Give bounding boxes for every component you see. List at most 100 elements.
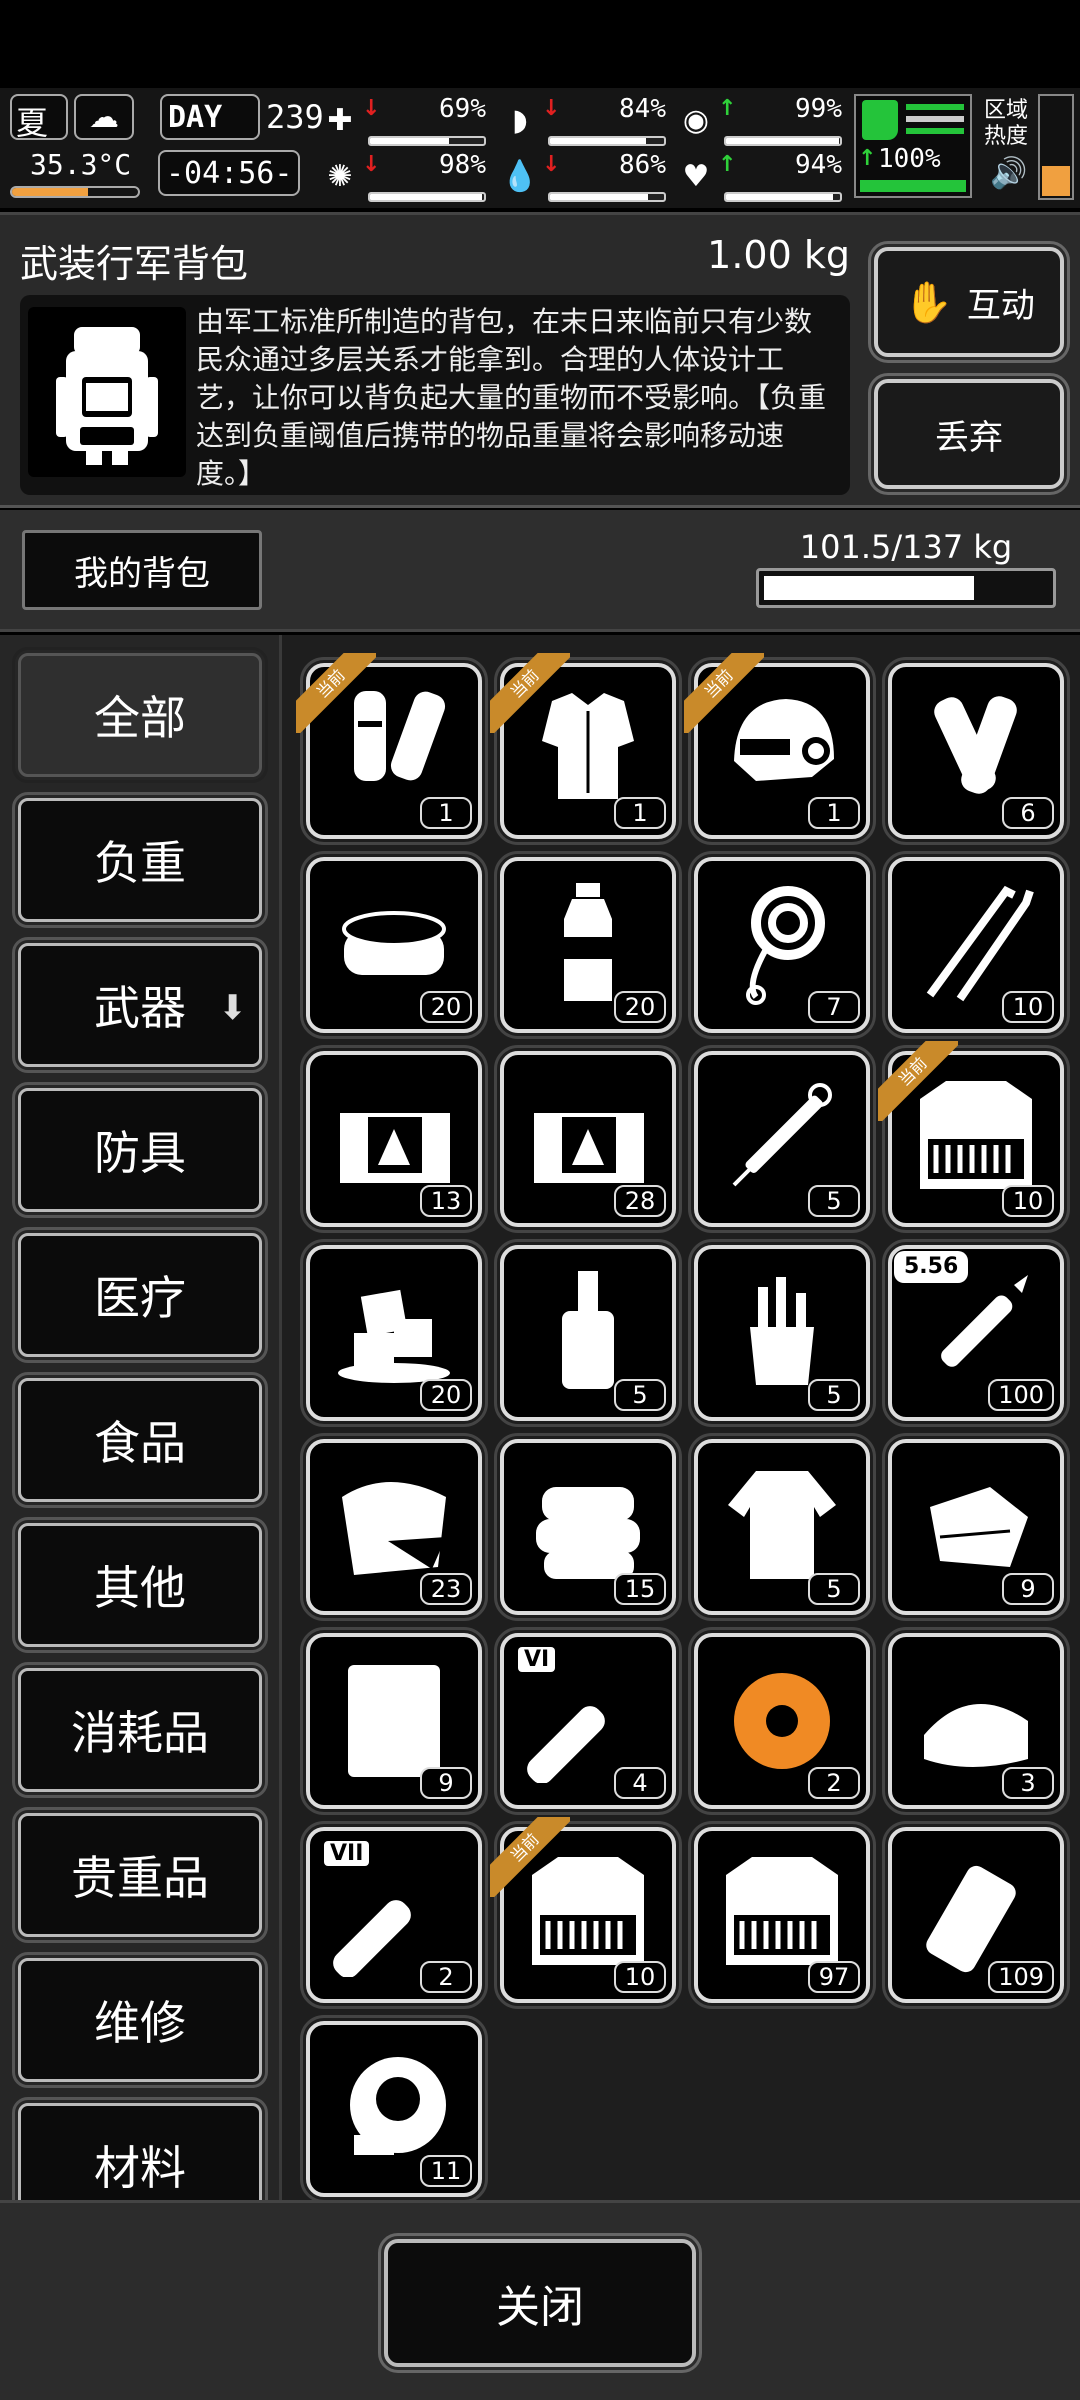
stat-bar: [724, 136, 842, 146]
item-slot-water-bottle[interactable]: 20: [494, 851, 682, 1039]
item-slot-supply-crate[interactable]: 13: [300, 1045, 488, 1233]
item-slot-cloth-sack[interactable]: 23: [300, 1433, 488, 1621]
item-quantity: 5: [808, 1573, 860, 1605]
item-slot-folded-cloth[interactable]: 3: [882, 1627, 1070, 1815]
category-6[interactable]: 其他: [12, 1517, 268, 1653]
category-5[interactable]: 食品: [12, 1372, 268, 1508]
bladder-icon: ◉: [682, 102, 710, 138]
stat-value: 69%: [439, 94, 486, 124]
my-backpack-tab[interactable]: 我的背包: [22, 530, 262, 610]
category-7[interactable]: 消耗品: [12, 1662, 268, 1798]
item-slot-orange-tape[interactable]: 2: [688, 1627, 876, 1815]
lockpicks-icon: [926, 885, 1034, 1002]
stamina-bar: [860, 180, 966, 192]
equipped-tag: 当前: [490, 1817, 570, 1897]
tube-label: VI: [518, 1647, 556, 1672]
item-quantity: 11: [420, 2155, 472, 2187]
supply-crate-icon: [340, 1103, 450, 1183]
item-slot-paper-sheet[interactable]: 9: [300, 1627, 488, 1815]
paper-sheet-icon: [348, 1665, 440, 1777]
item-slot-supply-crate[interactable]: 28: [494, 1045, 682, 1233]
item-slot-test-tube-vi[interactable]: VI 4: [494, 1627, 682, 1815]
item-slot-torn-shirt[interactable]: 5: [688, 1433, 876, 1621]
duct-tape-icon: [350, 2057, 446, 2155]
category-label: 全部: [94, 691, 186, 745]
category-9[interactable]: 维修: [12, 1952, 268, 2088]
item-quantity: 20: [420, 991, 472, 1023]
tube-label: VII: [324, 1841, 370, 1866]
day-label: DAY: [168, 100, 223, 135]
expand-arrow-icon: ⬇: [218, 988, 248, 1028]
item-slot-ammo-box[interactable]: 当前 10: [878, 1041, 1070, 1233]
water-drop-icon: 💧: [501, 158, 539, 194]
item-slot-rifle-bullet[interactable]: 5.56 100: [882, 1239, 1070, 1427]
category-8[interactable]: 贵重品: [12, 1807, 268, 1943]
item-slot-rope[interactable]: 7: [688, 851, 876, 1039]
brain-icon: ✺: [327, 158, 353, 194]
item-description: 由军工标准所制造的背包，在末日来临前只有少数民众通过多层关系才能拿到。合理的人体…: [196, 305, 827, 490]
discard-button[interactable]: 丢弃: [868, 373, 1070, 495]
category-4[interactable]: 医疗: [12, 1227, 268, 1363]
equipped-tag: 当前: [684, 653, 764, 733]
stat-value: 98%: [439, 150, 486, 180]
item-slot-leg-guards[interactable]: 当前 1: [296, 653, 488, 845]
item-quantity: 5: [808, 1185, 860, 1217]
close-button[interactable]: 关闭: [378, 2233, 702, 2373]
system-status-bar: [0, 0, 1080, 88]
item-slot-folded-towels[interactable]: 15: [494, 1433, 682, 1621]
item-slot-pouch[interactable]: 109: [882, 1821, 1070, 2009]
stat-bar: [368, 136, 486, 146]
category-label: 防具: [94, 1126, 186, 1180]
up-arrow-icon: ↑: [718, 96, 737, 121]
folded-cloth-icon: [924, 1703, 1028, 1767]
torn-shirt-icon: [728, 1471, 836, 1579]
item-quantity: 4: [614, 1767, 666, 1799]
category-label: 其他: [94, 1561, 186, 1615]
category-2[interactable]: 武器 ⬇: [12, 937, 268, 1073]
item-slot-tactical-helmet[interactable]: 当前 1: [684, 653, 876, 845]
speaker-icon[interactable]: 🔊: [990, 156, 1027, 191]
category-10[interactable]: 材料: [12, 2097, 268, 2200]
up-arrow-icon: ↑: [718, 152, 737, 177]
category-3[interactable]: 防具: [12, 1082, 268, 1218]
stat-heart: ♥ ↑ 94%: [676, 150, 846, 206]
item-slot-syringe[interactable]: 5: [688, 1045, 876, 1233]
day-label-box: DAY: [160, 94, 260, 140]
item-slot-test-tube-vii[interactable]: VII 2: [300, 1821, 488, 2009]
item-quantity: 97: [808, 1961, 860, 1993]
item-slot-lockpicks[interactable]: 10: [882, 851, 1070, 1039]
item-slot-canned-food[interactable]: 20: [300, 851, 488, 1039]
item-quantity: 2: [808, 1767, 860, 1799]
backpack-thumbnail: [28, 307, 186, 477]
item-quantity: 13: [420, 1185, 472, 1217]
interact-button[interactable]: ✋ 互动: [868, 241, 1070, 363]
stat-value: 84%: [619, 94, 666, 124]
item-slot-ammo-box[interactable]: 当前 10: [490, 1817, 682, 2009]
category-0[interactable]: 全部: [12, 647, 268, 783]
item-slot-paper-rolls[interactable]: 6: [882, 657, 1070, 845]
item-slot-body-armor[interactable]: 当前 1: [490, 653, 682, 845]
item-slot-ice-cubes[interactable]: 20: [300, 1239, 488, 1427]
stat-bar: [548, 192, 666, 202]
down-arrow-icon: ↓: [542, 152, 561, 177]
item-quantity: 10: [1002, 991, 1054, 1023]
item-slot-tool-bucket[interactable]: 5: [688, 1239, 876, 1427]
stomach-icon: ◗: [512, 102, 528, 138]
item-quantity: 1: [614, 797, 666, 829]
item-slot-ammo-box[interactable]: 97: [688, 1821, 876, 2009]
weather-icon: ☁: [74, 94, 134, 140]
category-1[interactable]: 负重: [12, 792, 268, 928]
equipped-tag: 当前: [878, 1041, 958, 1121]
backpack-weight-text: 101.5/137 kg: [799, 528, 1013, 566]
stat-bladder: ◉ ↑ 99%: [676, 94, 846, 150]
cloth-pieces-icon: [930, 1487, 1028, 1567]
canned-food-icon: [342, 911, 446, 975]
caliber-badge: 5.56: [894, 1251, 969, 1283]
item-slot-duct-tape[interactable]: 11: [300, 2015, 488, 2200]
item-slot-liquor-bottle[interactable]: 5: [494, 1239, 682, 1427]
equipped-tag: 当前: [490, 653, 570, 733]
day-counter: 239: [266, 98, 324, 136]
season-label: 夏: [16, 104, 49, 142]
item-quantity: 9: [420, 1767, 472, 1799]
item-slot-cloth-pieces[interactable]: 9: [882, 1433, 1070, 1621]
